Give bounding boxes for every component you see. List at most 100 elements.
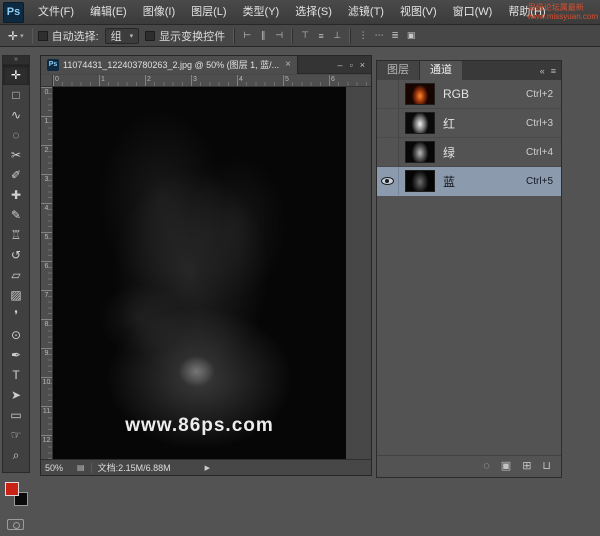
save-selection-as-channel-icon[interactable]: ▣ bbox=[501, 461, 511, 472]
blur-tool[interactable]: ❜ bbox=[3, 305, 29, 325]
site-watermark-line1: 思缘论坛属最新 bbox=[528, 3, 598, 12]
close-tab-icon[interactable]: × bbox=[285, 59, 291, 70]
distribute-bottom-icon[interactable]: ≣ bbox=[387, 28, 403, 44]
rectangular-marquee-tool[interactable]: □ bbox=[3, 85, 29, 105]
ruler-number: 0 bbox=[41, 87, 52, 116]
auto-select-dropdown[interactable]: 组 ▾ bbox=[105, 28, 140, 44]
tool-preset-picker[interactable]: ✛ ▾ bbox=[5, 29, 27, 43]
menu-filter[interactable]: 滤镜(T) bbox=[340, 0, 392, 24]
tool-icon: ⌕ bbox=[13, 449, 20, 461]
history-brush-tool[interactable]: ↺ bbox=[3, 245, 29, 265]
ruler-number: 9 bbox=[41, 348, 52, 377]
menu-view[interactable]: 视图(V) bbox=[392, 0, 445, 24]
menu-edit[interactable]: 编辑(E) bbox=[82, 0, 135, 24]
brush-tool[interactable]: ✎ bbox=[3, 205, 29, 225]
collapse-panel-icon[interactable]: « bbox=[540, 66, 545, 76]
align-horizontal-centers-icon[interactable]: ∥ bbox=[255, 28, 271, 44]
distribute-group: ⋮ ⋯ ≣ ▣ bbox=[350, 28, 419, 44]
load-channel-as-selection-icon[interactable]: ◌ bbox=[483, 461, 490, 472]
close-window-button[interactable]: × bbox=[360, 60, 365, 70]
channel-name: RGB bbox=[443, 87, 469, 101]
channel-row[interactable]: 绿 Ctrl+4 bbox=[377, 138, 561, 167]
menu-select[interactable]: 选择(S) bbox=[287, 0, 340, 24]
separator bbox=[32, 28, 33, 44]
menu-layer[interactable]: 图层(L) bbox=[183, 0, 234, 24]
chevron-down-icon: ▾ bbox=[20, 32, 24, 40]
tool-icon: ▱ bbox=[11, 269, 20, 281]
chevron-down-icon: ▾ bbox=[130, 32, 134, 40]
menu-type[interactable]: 类型(Y) bbox=[235, 0, 288, 24]
checkbox-icon bbox=[145, 31, 155, 41]
tool-icon: ✎ bbox=[11, 209, 21, 221]
align-bottom-edges-icon[interactable]: ⊥ bbox=[329, 28, 345, 44]
align-group-horizontal: ⊢ ∥ ⊣ bbox=[234, 28, 287, 44]
visibility-toggle[interactable] bbox=[377, 80, 399, 108]
visibility-toggle[interactable] bbox=[377, 109, 399, 137]
ruler-origin-corner[interactable] bbox=[41, 75, 53, 87]
status-options-icon[interactable]: ▤ bbox=[77, 463, 85, 472]
distribute-vertical-centers-icon[interactable]: ⋯ bbox=[371, 28, 387, 44]
path-selection-tool[interactable]: ➤ bbox=[3, 385, 29, 405]
channel-row[interactable]: 红 Ctrl+3 bbox=[377, 109, 561, 138]
hand-tool[interactable]: ☞ bbox=[3, 425, 29, 445]
document-status-bar: 50% ▤ 文档:2.15M/6.88M ▶ bbox=[41, 459, 371, 475]
panel-menu-icon[interactable]: ≡ bbox=[551, 66, 556, 76]
ruler-number: 7 bbox=[41, 290, 52, 319]
vertical-ruler[interactable]: 0 1 2 3 4 5 6 7 8 9 10 11 bbox=[41, 87, 53, 459]
status-menu-arrow-icon[interactable]: ▶ bbox=[205, 464, 210, 472]
channel-thumbnail bbox=[405, 141, 435, 163]
new-channel-icon[interactable]: ⊞ bbox=[522, 461, 531, 472]
move-tool-icon: ✛ bbox=[8, 29, 18, 43]
minimize-button[interactable]: – bbox=[338, 60, 343, 70]
pen-tool[interactable]: ✒ bbox=[3, 345, 29, 365]
healing-brush-tool[interactable]: ✚ bbox=[3, 185, 29, 205]
tool-icon: ✂ bbox=[11, 149, 21, 161]
tab-layers[interactable]: 图层 bbox=[377, 61, 420, 80]
eyedropper-tool[interactable]: ✐ bbox=[3, 165, 29, 185]
lasso-tool[interactable]: ∿ bbox=[3, 105, 29, 125]
panel-header-icons: « ≡ bbox=[540, 61, 561, 80]
menu-image[interactable]: 图像(I) bbox=[135, 0, 183, 24]
distribute-top-icon[interactable]: ⋮ bbox=[355, 28, 371, 44]
shape-tool[interactable]: ▭ bbox=[3, 405, 29, 425]
auto-select-checkbox[interactable]: 自动选择: bbox=[38, 28, 99, 44]
toolbar-collapse-icon[interactable]: » bbox=[3, 56, 29, 65]
align-right-edges-icon[interactable]: ⊣ bbox=[271, 28, 287, 44]
clone-stamp-tool[interactable]: ♖ bbox=[3, 225, 29, 245]
channel-row[interactable]: RGB Ctrl+2 bbox=[377, 80, 561, 109]
checkbox-icon bbox=[38, 31, 48, 41]
tool-icon: □ bbox=[12, 89, 19, 101]
foreground-color-swatch[interactable] bbox=[5, 482, 19, 496]
align-group-vertical: ⊤ ≡ ⊥ bbox=[292, 28, 345, 44]
auto-align-layers-icon[interactable]: ▣ bbox=[403, 28, 419, 44]
tool-icon: ∿ bbox=[11, 109, 21, 121]
visibility-toggle[interactable] bbox=[377, 138, 399, 166]
delete-channel-icon[interactable]: ⊔ bbox=[542, 461, 551, 472]
visibility-toggle[interactable] bbox=[377, 167, 399, 195]
align-vertical-centers-icon[interactable]: ≡ bbox=[313, 28, 329, 44]
zoom-tool[interactable]: ⌕ bbox=[3, 445, 29, 465]
tab-channels[interactable]: 通道 bbox=[420, 61, 462, 80]
quick-selection-tool[interactable]: ◌ bbox=[3, 125, 29, 145]
image-canvas[interactable]: www.86ps.com bbox=[53, 87, 346, 459]
gradient-tool[interactable]: ▨ bbox=[3, 285, 29, 305]
type-tool[interactable]: T bbox=[3, 365, 29, 385]
document-tab[interactable]: Ps 11074431_122403780263_2.jpg @ 50% (图层… bbox=[41, 56, 298, 74]
align-top-edges-icon[interactable]: ⊤ bbox=[297, 28, 313, 44]
eye-icon bbox=[381, 177, 394, 185]
zoom-level-field[interactable]: 50% bbox=[45, 463, 71, 473]
horizontal-ruler[interactable]: 0 1 2 3 4 5 6 bbox=[53, 75, 371, 87]
menu-window[interactable]: 窗口(W) bbox=[445, 0, 501, 24]
tool-icon: T bbox=[12, 369, 19, 381]
menu-file[interactable]: 文件(F) bbox=[30, 0, 82, 24]
photoshop-logo: Ps bbox=[3, 2, 24, 23]
move-tool[interactable]: ✛ bbox=[3, 65, 29, 85]
channel-row[interactable]: 蓝 Ctrl+5 bbox=[377, 167, 561, 196]
align-left-edges-icon[interactable]: ⊢ bbox=[239, 28, 255, 44]
restore-button[interactable]: ▫ bbox=[350, 60, 353, 70]
show-transform-checkbox[interactable]: 显示变换控件 bbox=[145, 28, 225, 44]
eraser-tool[interactable]: ▱ bbox=[3, 265, 29, 285]
crop-tool[interactable]: ✂ bbox=[3, 145, 29, 165]
quick-mask-button[interactable] bbox=[7, 519, 24, 530]
dodge-tool[interactable]: ⊙ bbox=[3, 325, 29, 345]
